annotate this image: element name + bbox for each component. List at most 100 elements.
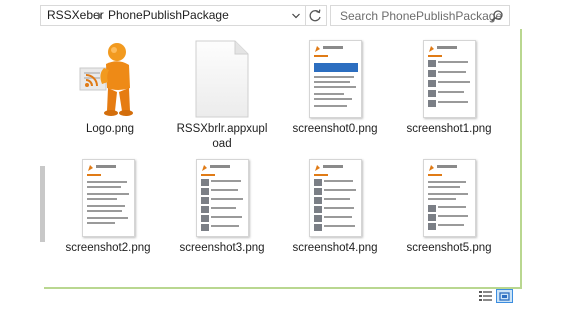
thumbnail-title	[95, 165, 116, 168]
thumbnail-text-line	[437, 224, 464, 226]
generic-file-icon	[195, 40, 249, 118]
orange-reader-figure-icon	[78, 40, 142, 118]
thumbnail-text-line	[437, 61, 468, 63]
breadcrumb-separator-icon	[98, 12, 102, 20]
screenshot-thumbnail	[308, 159, 362, 237]
large-icons-view-icon	[499, 292, 510, 301]
thumbnail-subheading	[427, 174, 442, 176]
blank-file-thumbnail	[193, 40, 251, 118]
thumbnail-subheading	[86, 174, 101, 176]
thumbnail-text-line	[437, 101, 468, 103]
thumbnail-title	[436, 46, 457, 49]
thumbnail-photo	[200, 224, 209, 231]
thumbnail-photo	[427, 70, 436, 77]
thumbnail-photo	[313, 188, 322, 195]
thumbnail-photo	[313, 197, 322, 204]
thumbnail-text-line	[313, 93, 344, 95]
file-name: screenshot2.png	[65, 242, 151, 254]
thumbnail-photo	[200, 197, 209, 204]
bottom-border	[44, 287, 522, 289]
thumbnail-title	[322, 46, 343, 49]
file-item-screenshot3[interactable]: screenshot3.png	[174, 159, 270, 256]
thumbnail-text-line	[313, 105, 347, 107]
thumbnail-text-line	[313, 86, 356, 88]
breadcrumb-current[interactable]: PhonePublishPackage	[108, 8, 229, 22]
thumbnail-photo	[313, 215, 322, 222]
file-name: screenshot3.png	[179, 242, 265, 254]
thumbnail-photo	[427, 90, 436, 97]
large-icons-view-button[interactable]	[496, 289, 513, 303]
thumbnail-text-line	[437, 71, 466, 73]
thumbnail-text-line	[86, 181, 127, 183]
address-bar[interactable]: RSSXeber PhonePublishPackage	[40, 5, 306, 26]
thumbnail-text-line	[210, 225, 239, 227]
file-item-screenshot1[interactable]: screenshot1.png	[401, 40, 497, 137]
thumbnail-text-line	[86, 193, 129, 195]
thumbnail-subheading	[427, 55, 442, 57]
file-name: screenshot5.png	[406, 242, 492, 254]
rss-logo-icon	[428, 165, 434, 171]
file-item-screenshot2[interactable]: screenshot2.png	[60, 159, 156, 256]
thumbnail-text-line	[86, 205, 125, 207]
thumbnail-text-line	[323, 216, 352, 218]
thumbnail-text-line	[323, 198, 350, 200]
thumbnail-photo	[427, 60, 436, 67]
thumbnail-text-line	[427, 193, 468, 195]
rss-logo-icon	[314, 46, 320, 52]
refresh-button[interactable]	[306, 5, 327, 26]
thumbnail-text-line	[86, 217, 128, 219]
thumbnail-photo	[427, 223, 436, 230]
screenshot-thumbnail	[195, 159, 249, 237]
screenshot-thumbnail	[81, 159, 135, 237]
left-scroll-strip	[40, 166, 45, 242]
thumbnail-text-line	[210, 189, 238, 191]
thumbnail-photo	[313, 224, 322, 231]
thumbnail-title	[436, 165, 457, 168]
thumbnail-text-line	[86, 186, 121, 188]
breadcrumb-parent[interactable]: RSSXeber	[47, 8, 104, 22]
screenshot-thumbnail	[308, 40, 362, 118]
search-input[interactable]: Search PhonePublishPackage	[330, 5, 510, 26]
thumbnail-subheading	[200, 174, 215, 176]
thumbnail-photo	[427, 205, 436, 212]
thumbnail-text-line	[86, 198, 117, 200]
thumbnail-text-line	[323, 225, 355, 227]
thumbnail-photo	[200, 206, 209, 213]
thumbnail-text-line	[323, 189, 356, 191]
thumbnail-photo	[200, 215, 209, 222]
thumbnail-subheading	[313, 55, 328, 57]
thumbnail-text-line	[313, 98, 352, 100]
file-item-screenshot5[interactable]: screenshot5.png	[401, 159, 497, 256]
file-item-screenshot0[interactable]: screenshot0.png	[287, 40, 383, 137]
search-placeholder: Search PhonePublishPackage	[340, 9, 503, 23]
thumbnail-text-line	[437, 81, 470, 83]
chevron-down-icon[interactable]	[292, 12, 300, 20]
rss-logo-icon	[87, 165, 93, 171]
thumbnail-text-line	[210, 180, 241, 182]
file-item-appxupload[interactable]: RSSXbrlr.appxupload	[174, 40, 270, 152]
thumbnail-text-line	[323, 180, 353, 182]
thumbnail-text-line	[313, 76, 354, 78]
details-view-button[interactable]	[477, 289, 494, 303]
thumbnail-text-line	[427, 181, 466, 183]
thumbnail-photo	[427, 214, 436, 221]
thumbnail-text-line	[86, 210, 122, 212]
thumbnail-photo	[313, 206, 322, 213]
thumbnail-text-line	[86, 222, 115, 224]
file-item-screenshot4[interactable]: screenshot4.png	[287, 159, 383, 256]
screenshot-thumbnail	[422, 40, 476, 118]
thumbnail-text-line	[210, 216, 242, 218]
thumbnail-title	[209, 165, 230, 168]
thumbnail-title	[322, 165, 343, 168]
thumbnail-text-line	[313, 81, 350, 83]
thumbnail-text-line	[427, 186, 460, 188]
file-name: screenshot1.png	[406, 123, 492, 135]
refresh-icon	[309, 9, 321, 22]
search-icon[interactable]	[490, 9, 504, 23]
thumbnail-text-line	[437, 215, 468, 217]
file-item-logo[interactable]: Logo.png	[62, 40, 158, 137]
thumbnail-photo	[200, 179, 209, 186]
thumbnail-subheading	[313, 174, 328, 176]
right-border	[520, 29, 522, 289]
thumbnail-text-line	[210, 207, 236, 209]
